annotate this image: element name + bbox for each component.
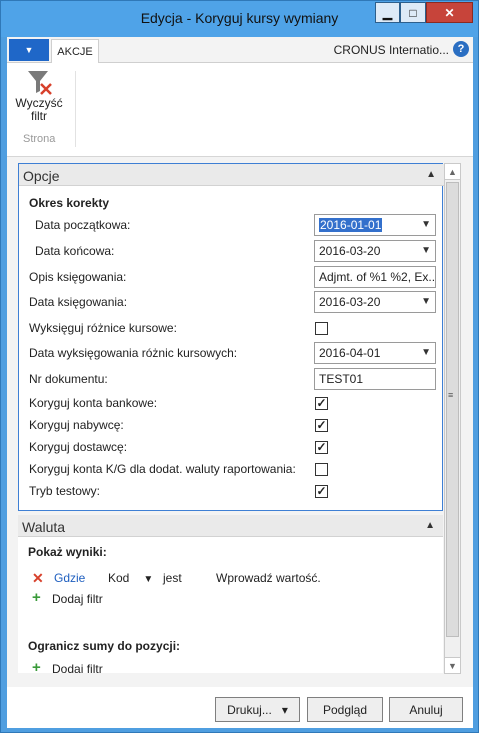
vertical-scrollbar[interactable]: ▲ ≡ ▼: [444, 163, 461, 674]
post-diff-label: Wyksięguj różnice kursowe:: [29, 321, 177, 335]
test-mode-checkbox[interactable]: ✓: [315, 485, 328, 498]
posting-date-label: Data księgowania:: [29, 295, 128, 309]
posting-desc-field[interactable]: Adjmt. of %1 %2, Ex...: [314, 266, 436, 288]
ribbon-tabs: ▼ AKCJE CRONUS Internatio... ?: [7, 37, 473, 64]
diff-post-date-value: 2016-04-01: [319, 346, 381, 360]
options-header[interactable]: Opcje ▲: [19, 164, 444, 186]
minimize-button[interactable]: ▁: [375, 2, 400, 23]
help-icon[interactable]: ?: [453, 41, 469, 57]
caret-down-icon: ▼: [143, 574, 154, 585]
adj-vendors-checkbox[interactable]: ✓: [315, 441, 328, 454]
dropdown-arrow-icon: ▾: [281, 702, 288, 717]
currency-header[interactable]: Waluta ▲: [18, 515, 443, 537]
fasttab-options: Opcje ▲ Okres korekty Data początkowa: 2…: [18, 163, 444, 511]
add-filter-link[interactable]: Dodaj filtr: [52, 592, 103, 606]
tab-actions[interactable]: AKCJE: [51, 39, 99, 64]
adj-vendors-label: Koryguj dostawcę:: [29, 440, 128, 454]
end-date-value: 2016-03-20: [319, 244, 381, 258]
filter-operator: jest: [163, 571, 182, 585]
dialog-window: Edycja - Koryguj kursy wymiany ▁ □ ✕ ▼ A…: [0, 0, 479, 733]
ribbon-separator: [75, 71, 76, 147]
ribbon-group-label: Strona: [23, 133, 56, 145]
chevron-down-icon[interactable]: ▼: [421, 215, 431, 235]
start-date-label: Data początkowa:: [35, 218, 131, 232]
collapse-icon[interactable]: ▲: [426, 169, 436, 180]
posting-date-value: 2016-03-20: [319, 295, 381, 309]
ribbon-panel: Wyczyść filtr Strona: [7, 63, 473, 157]
start-date-field[interactable]: 2016-01-01 ▼: [314, 214, 436, 236]
chevron-down-icon[interactable]: ▼: [421, 241, 431, 261]
start-date-value: 2016-01-01: [319, 218, 383, 232]
currency-title: Waluta: [22, 519, 66, 535]
where-label: Gdzie: [54, 571, 86, 585]
remove-filter-icon[interactable]: ✕: [32, 570, 44, 587]
dialog-footer: Drukuj... ▾ Podgląd Anuluj: [7, 687, 473, 728]
adj-gl-checkbox[interactable]: [315, 463, 328, 476]
adj-bank-label: Koryguj konta bankowe:: [29, 396, 158, 410]
posting-desc-label: Opis księgowania:: [29, 270, 127, 284]
end-date-field[interactable]: 2016-03-20 ▼: [314, 240, 436, 262]
filter-value-input[interactable]: Wprowadź wartość.: [216, 571, 321, 585]
clear-filter-label-2: filtr: [31, 109, 47, 123]
clear-filter-icon: [28, 71, 52, 95]
preview-button[interactable]: Podgląd: [307, 697, 383, 722]
clear-filter-button[interactable]: Wyczyść filtr: [15, 67, 63, 127]
add-icon[interactable]: +: [32, 659, 41, 676]
scroll-thumb[interactable]: [446, 182, 459, 637]
show-results-label: Pokaż wyniki:: [28, 545, 107, 559]
scroll-down-icon[interactable]: ▼: [445, 657, 460, 673]
chevron-down-icon[interactable]: ▼: [421, 343, 431, 363]
title-bar[interactable]: Edycja - Koryguj kursy wymiany ▁ □ ✕: [1, 1, 478, 37]
adj-bank-checkbox[interactable]: ✓: [315, 397, 328, 410]
filter-field-dropdown[interactable]: Kod ▼: [108, 571, 153, 585]
print-button[interactable]: Drukuj... ▾: [215, 697, 300, 722]
adj-customers-checkbox[interactable]: ✓: [315, 419, 328, 432]
post-diff-checkbox[interactable]: [315, 322, 328, 335]
adj-customers-label: Koryguj nabywcę:: [29, 418, 124, 432]
scroll-up-icon[interactable]: ▲: [445, 164, 460, 180]
period-section-label: Okres korekty: [29, 196, 110, 210]
diff-post-date-field[interactable]: 2016-04-01 ▼: [314, 342, 436, 364]
limit-totals-label: Ogranicz sumy do pozycji:: [28, 639, 181, 653]
app-menu-button[interactable]: ▼: [9, 39, 49, 61]
dialog-client: ▼ AKCJE CRONUS Internatio... ? Wyczyść f…: [7, 37, 473, 728]
adj-gl-label: Koryguj konta K/G dla dodat. waluty rapo…: [29, 462, 296, 476]
company-name[interactable]: CRONUS Internatio...: [334, 43, 449, 57]
close-button[interactable]: ✕: [426, 2, 473, 23]
add-icon[interactable]: +: [32, 589, 41, 606]
options-title: Opcje: [23, 168, 60, 184]
add-filter-link-2[interactable]: Dodaj filtr: [52, 662, 103, 673]
doc-no-label: Nr dokumentu:: [29, 372, 108, 386]
diff-post-date-label: Data wyksięgowania różnic kursowych:: [29, 346, 238, 360]
print-label: Drukuj...: [227, 702, 272, 717]
posting-date-field[interactable]: 2016-03-20 ▼: [314, 291, 436, 313]
chevron-down-icon[interactable]: ▼: [421, 292, 431, 312]
maximize-button[interactable]: □: [400, 2, 426, 23]
cancel-button[interactable]: Anuluj: [389, 697, 463, 722]
collapse-icon[interactable]: ▲: [425, 520, 435, 531]
end-date-label: Data końcowa:: [35, 244, 115, 258]
content-area: Opcje ▲ Okres korekty Data początkowa: 2…: [7, 157, 473, 687]
filter-field-value: Kod: [108, 571, 130, 585]
doc-no-field[interactable]: TEST01: [314, 368, 436, 390]
scroll-grip-icon: ≡: [448, 390, 454, 400]
test-mode-label: Tryb testowy:: [29, 484, 100, 498]
filter-row: ✕ Gdzie Kod ▼ jest Wprowadź wartość.: [18, 569, 443, 589]
fasttab-currency: Waluta ▲ Pokaż wyniki: ✕ Gdzie Kod ▼ jest…: [18, 515, 443, 676]
